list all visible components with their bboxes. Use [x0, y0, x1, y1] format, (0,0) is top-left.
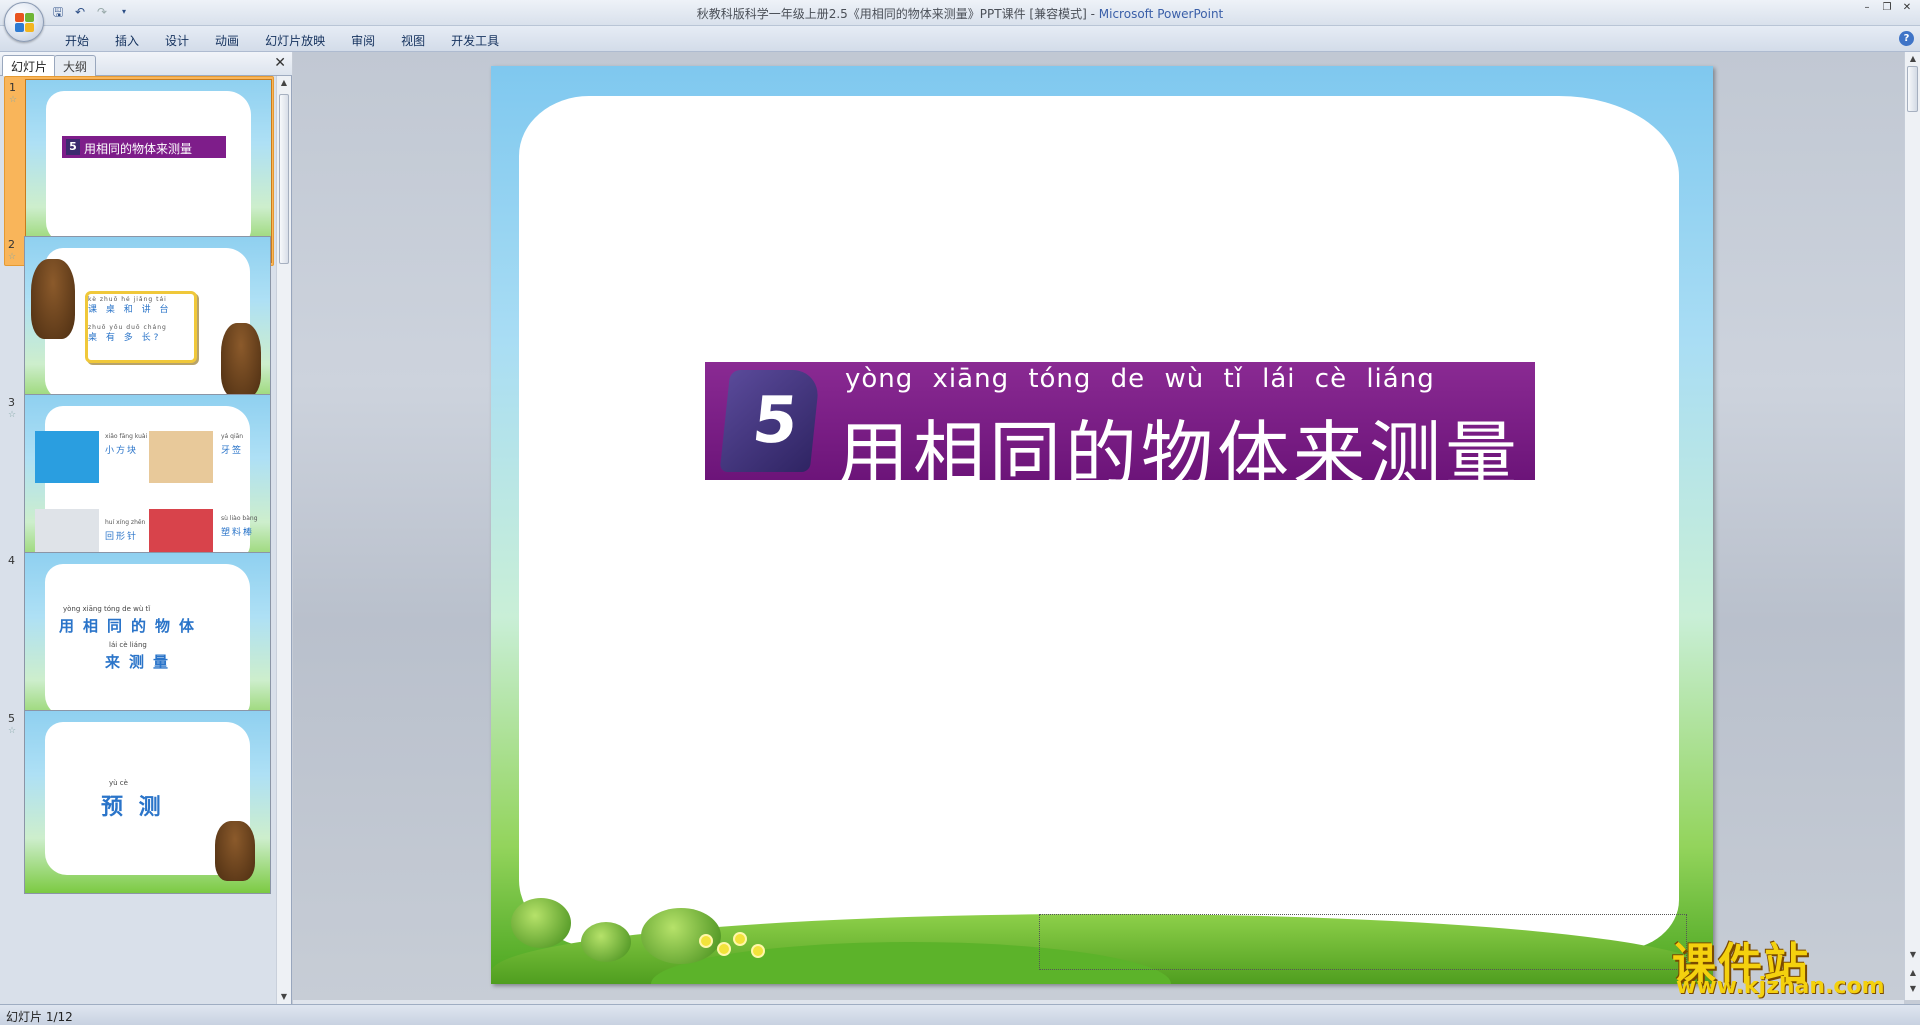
slide-number: 3: [8, 396, 15, 409]
board-pinyin: kè zhuō hé jiǎng tái: [88, 296, 167, 303]
tab-animations[interactable]: 动画: [202, 30, 252, 51]
item-pinyin: xiǎo fāng kuài: [105, 433, 148, 440]
tab-home[interactable]: 开始: [52, 30, 102, 51]
tab-view[interactable]: 视图: [388, 30, 438, 51]
tab-outline[interactable]: 大纲: [54, 55, 97, 76]
line-text: 预 测: [101, 795, 165, 820]
slide-number: 2: [8, 238, 15, 251]
bear-image: [31, 259, 75, 339]
transition-star-icon: ☆: [8, 410, 17, 420]
slide-title: 用相同的物体来测量: [837, 413, 1522, 497]
pane-tabs: 幻灯片 大纲 ✕: [0, 52, 292, 76]
thumbnail-title-banner: 5 用相同的物体来测量: [62, 136, 226, 158]
scroll-thumb[interactable]: [279, 94, 289, 264]
slide-thumbnail-5[interactable]: 5 ☆ yù cè 预 测: [4, 708, 274, 898]
scroll-down-icon[interactable]: ▼: [1908, 950, 1918, 960]
paper-frame: [519, 96, 1679, 950]
bear-image: [221, 323, 261, 397]
transition-star-icon: ☆: [9, 95, 18, 105]
board-text: 桌 有 多 长?: [88, 333, 162, 343]
tab-review[interactable]: 审阅: [338, 30, 388, 51]
slides-pane: 幻灯片 大纲 ✕ 1 ☆ 5 用相同的物体来测量 2 ☆ kè zhuō hé …: [0, 52, 292, 1004]
flower-decoration: [753, 946, 763, 956]
scroll-down-icon[interactable]: ▼: [279, 992, 289, 1002]
watermark-url: www.kjzhan.com: [1676, 974, 1885, 999]
thumbnails-scrollbar[interactable]: ▲ ▼: [276, 76, 291, 1004]
slide-canvas[interactable]: 5 yòng xiāng tóng de wù tǐ lái cè liáng …: [491, 66, 1713, 984]
cubes-image: [35, 431, 99, 483]
bear-image: [215, 821, 255, 881]
slide-indicator: 幻灯片 1/12: [6, 1010, 73, 1024]
transition-star-icon: ☆: [8, 726, 17, 736]
flower-decoration: [719, 944, 729, 954]
board-pinyin: zhuō yǒu duō cháng: [88, 324, 167, 331]
restore-icon[interactable]: ❐: [1880, 2, 1894, 14]
item-label: 回形针: [105, 532, 139, 542]
window-controls: – ❐ ✕: [1860, 2, 1914, 14]
tab-developer[interactable]: 开发工具: [438, 30, 512, 51]
status-bar: 幻灯片 1/12: [0, 1004, 1920, 1025]
ribbon: 开始 插入 设计 动画 幻灯片放映 审阅 视图 开发工具 ?: [0, 26, 1920, 52]
next-slide-icon[interactable]: ▼: [1908, 984, 1918, 994]
speech-board: kè zhuō hé jiǎng tái 课 桌 和 讲 台 zhuō yǒu …: [85, 291, 197, 363]
line-pinyin: lái cè liáng: [109, 641, 147, 649]
scroll-up-icon[interactable]: ▲: [279, 78, 289, 88]
watermark: 课件站 www.kjzhan.com: [1668, 928, 1908, 999]
office-button[interactable]: [4, 2, 44, 42]
lesson-number-badge: 5: [719, 370, 821, 472]
bush-decoration: [511, 898, 571, 948]
slide-number: 5: [8, 712, 15, 725]
item-label: 小方块: [105, 446, 139, 456]
previous-slide-icon[interactable]: ▲: [1908, 968, 1918, 978]
board-text: 课 桌 和 讲 台: [88, 305, 172, 315]
empty-placeholder[interactable]: [1039, 914, 1687, 970]
flower-decoration: [701, 936, 711, 946]
help-icon[interactable]: ?: [1899, 31, 1914, 46]
scroll-thumb[interactable]: [1907, 66, 1918, 112]
item-label: 塑料棒: [221, 528, 255, 538]
slide-number: 4: [8, 554, 15, 567]
tab-insert[interactable]: 插入: [102, 30, 152, 51]
close-icon[interactable]: ✕: [1900, 2, 1914, 14]
editor-scrollbar[interactable]: ▲ ▼ ▲ ▼: [1904, 52, 1920, 1000]
lesson-number: 5: [749, 384, 802, 458]
office-logo-icon: [15, 13, 35, 33]
slide-editor: 5 yòng xiāng tóng de wù tǐ lái cè liáng …: [293, 52, 1904, 1000]
minimize-icon[interactable]: –: [1860, 2, 1874, 14]
title-separator: -: [1086, 7, 1099, 21]
line-text: 来测量: [105, 653, 178, 671]
close-pane-icon[interactable]: ✕: [274, 56, 286, 70]
ribbon-tabs: 开始 插入 设计 动画 幻灯片放映 审阅 视图 开发工具: [52, 30, 512, 51]
banner-number: 5: [66, 139, 80, 155]
banner-text: 用相同的物体来测量: [84, 142, 193, 156]
line-text: 用相同的物体: [59, 617, 204, 635]
item-pinyin: sù liào bàng: [221, 515, 258, 522]
item-pinyin: yá qiān: [221, 433, 244, 440]
item-pinyin: huí xíng zhēn: [105, 519, 146, 526]
tab-slides[interactable]: 幻灯片: [2, 55, 57, 76]
thumbnail-canvas: yù cè 预 测: [24, 710, 271, 894]
tab-slideshow[interactable]: 幻灯片放映: [252, 30, 338, 51]
item-label: 牙签: [221, 446, 244, 456]
title-pinyin: yòng xiāng tóng de wù tǐ lái cè liáng: [845, 364, 1435, 394]
flower-decoration: [735, 934, 745, 944]
scroll-up-icon[interactable]: ▲: [1908, 54, 1918, 64]
title-bar: 🖫 ↶ ↷ ▾ 秋教科版科学一年级上册2.5《用相同的物体来测量》PPT课件 […: [0, 0, 1920, 42]
title-banner[interactable]: 5 yòng xiāng tóng de wù tǐ lái cè liáng …: [705, 362, 1535, 497]
window-title: 秋教科版科学一年级上册2.5《用相同的物体来测量》PPT课件 [兼容模式] - …: [0, 5, 1920, 22]
transition-star-icon: ☆: [8, 252, 17, 262]
slide-number: 1: [9, 81, 16, 94]
bush-decoration: [581, 922, 631, 962]
app-name: Microsoft PowerPoint: [1098, 7, 1224, 21]
slide-thumbnails: 1 ☆ 5 用相同的物体来测量 2 ☆ kè zhuō hé jiǎng tái…: [0, 76, 276, 1004]
tab-design[interactable]: 设计: [152, 30, 202, 51]
line-pinyin: yù cè: [109, 779, 128, 787]
document-title: 秋教科版科学一年级上册2.5《用相同的物体来测量》PPT课件 [兼容模式]: [696, 7, 1087, 21]
line-pinyin: yòng xiāng tóng de wù tǐ: [63, 605, 151, 613]
toothpicks-image: [149, 431, 213, 483]
